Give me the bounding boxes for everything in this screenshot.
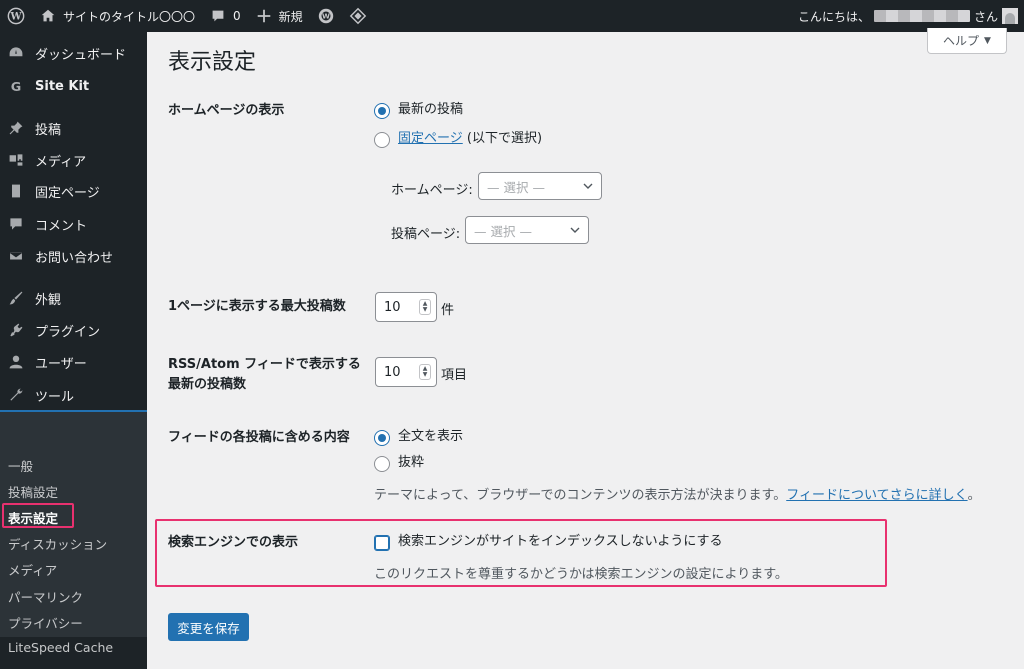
menu-label: 外観 xyxy=(35,292,62,308)
radio-static-page-label: 固定ページ (以下で選択) xyxy=(398,131,543,146)
submenu-item-media[interactable]: メディア xyxy=(8,560,57,579)
wordpress-logo-icon[interactable]: W xyxy=(0,0,32,32)
help-label: ヘルプ xyxy=(943,34,980,48)
mail-icon xyxy=(7,247,25,265)
menu-item-appearance[interactable]: 外観 xyxy=(0,283,147,313)
admin-bar: W サイトのタイトル〇〇〇 0 新規 W こんにちは、 さん xyxy=(0,0,1024,32)
menu-item-pages[interactable]: 固定ページ xyxy=(0,176,147,206)
homepage-select-label: ホームページ: xyxy=(391,183,473,198)
menu-label: 固定ページ xyxy=(35,185,100,201)
submenu-item-permalinks[interactable]: パーマリンク xyxy=(8,587,83,606)
menu-item-comments[interactable]: コメント xyxy=(0,209,147,239)
chevron-down-icon xyxy=(583,183,593,189)
media-icon xyxy=(7,151,25,169)
rss-count-input[interactable]: 10 ▲ ▼ xyxy=(375,357,437,387)
homepage-select[interactable]: — 選択 — xyxy=(478,172,602,200)
discourage-search-checkbox[interactable] xyxy=(374,535,390,551)
greeting-text: こんにちは、 xyxy=(797,9,870,24)
site-name-link[interactable]: サイトのタイトル〇〇〇 xyxy=(32,0,202,32)
radio-latest-posts-label: 最新の投稿 xyxy=(398,102,464,117)
submenu-item-general[interactable]: 一般 xyxy=(8,456,33,475)
feed-learn-more-link[interactable]: フィードについてさらに詳しく xyxy=(786,488,967,503)
new-content-link[interactable]: 新規 xyxy=(248,0,310,32)
plus-icon xyxy=(257,9,270,23)
chevron-down-icon xyxy=(570,227,580,233)
radio-excerpt-label: 抜粋 xyxy=(398,455,425,470)
svg-text:G: G xyxy=(11,80,22,94)
dashboard-icon xyxy=(7,44,25,62)
menu-label: Site Kit xyxy=(35,78,90,94)
user-icon xyxy=(7,353,25,371)
menu-item-tools[interactable]: ツール xyxy=(0,380,147,410)
menu-item-contact[interactable]: お問い合わせ xyxy=(0,241,147,271)
avatar xyxy=(1002,8,1018,24)
radio-static-page[interactable] xyxy=(374,132,390,148)
caret-down-icon: ▼ xyxy=(984,35,991,46)
rss-count-unit: 項目 xyxy=(441,368,468,383)
greeting-suffix: さん xyxy=(973,9,998,24)
discourage-search-label: 検索エンジンがサイトをインデックスしないようにする xyxy=(398,534,723,549)
posts-page-select[interactable]: — 選択 — xyxy=(465,216,589,244)
wordpress-secondary-icon[interactable]: W xyxy=(310,0,342,32)
menu-label: ツール xyxy=(35,389,75,405)
svg-text:W: W xyxy=(9,12,22,23)
menu-label: コメント xyxy=(35,218,88,234)
radio-full-text-label: 全文を表示 xyxy=(398,429,464,444)
menu-item-posts[interactable]: 投稿 xyxy=(0,113,147,143)
posts-per-page-input[interactable]: 10 ▲ ▼ xyxy=(375,292,437,322)
posts-per-page-unit: 件 xyxy=(441,303,455,318)
search-visibility-description: このリクエストを尊重するかどうかは検索エンジンの設定によります。 xyxy=(374,567,788,582)
wrench-icon xyxy=(7,386,25,404)
feed-content-label: フィードの各投稿に含める内容 xyxy=(168,430,350,445)
homepage-display-label: ホームページの表示 xyxy=(168,103,285,118)
menu-label: 投稿 xyxy=(35,122,62,138)
posts-per-page-label: 1ページに表示する最大投稿数 xyxy=(168,299,346,314)
menu-item-site-kit[interactable]: G Site Kit xyxy=(0,71,147,101)
menu-label: ユーザー xyxy=(35,356,87,372)
menu-item-plugins[interactable]: プラグイン xyxy=(0,315,147,345)
new-label: 新規 xyxy=(278,9,303,24)
comment-bubble-icon xyxy=(212,10,224,22)
plugin-icon xyxy=(7,321,25,339)
comments-count: 0 xyxy=(233,9,241,23)
home-icon xyxy=(41,9,55,22)
radio-full-text[interactable] xyxy=(374,430,390,446)
page-title: 表示設定 xyxy=(168,50,257,75)
menu-item-dashboard[interactable]: ダッシュボード xyxy=(0,38,147,68)
menu-label: プラグイン xyxy=(35,324,101,340)
posts-page-select-label: 投稿ページ: xyxy=(391,227,461,242)
submenu-item-writing[interactable]: 投稿設定 xyxy=(8,482,58,501)
radio-excerpt[interactable] xyxy=(374,456,390,472)
site-title: サイトのタイトル〇〇〇 xyxy=(63,9,196,24)
radio-latest-posts[interactable] xyxy=(374,103,390,119)
feed-description: テーマによって、ブラウザーでのコンテンツの表示方法が決まります。フィードについて… xyxy=(374,488,981,503)
rss-count-label: RSS/Atom フィードで表示する 最新の投稿数 xyxy=(168,357,361,392)
menu-label: お問い合わせ xyxy=(35,250,114,266)
comments-link[interactable]: 0 xyxy=(202,0,248,32)
blurred-username xyxy=(873,10,970,22)
search-visibility-label: 検索エンジンでの表示 xyxy=(168,535,299,550)
brush-icon xyxy=(7,289,25,307)
static-page-link[interactable]: 固定ページ xyxy=(398,131,463,146)
menu-label: ダッシュボード xyxy=(35,47,127,63)
google-g-icon: G xyxy=(7,77,25,95)
menu-label: メディア xyxy=(35,154,87,170)
submenu-item-litespeed-cache[interactable]: LiteSpeed Cache xyxy=(8,640,113,655)
menu-item-users[interactable]: ユーザー xyxy=(0,347,147,377)
submenu-highlight-frame xyxy=(2,503,74,528)
page-icon xyxy=(7,182,25,200)
submenu-item-discussion[interactable]: ディスカッション xyxy=(8,534,107,553)
svg-text:W: W xyxy=(322,12,330,21)
number-spinner-icon[interactable]: ▲ ▼ xyxy=(419,364,431,380)
menu-item-media[interactable]: メディア xyxy=(0,145,147,175)
submenu-item-privacy[interactable]: プライバシー xyxy=(8,613,83,632)
help-tab-button[interactable]: ヘルプ ▼ xyxy=(927,28,1007,54)
save-changes-button[interactable]: 変更を保存 xyxy=(168,613,249,641)
pin-icon xyxy=(7,119,25,137)
number-spinner-icon[interactable]: ▲ ▼ xyxy=(419,299,431,315)
comment-icon xyxy=(7,215,25,233)
diamond-plugin-icon[interactable] xyxy=(342,0,374,32)
